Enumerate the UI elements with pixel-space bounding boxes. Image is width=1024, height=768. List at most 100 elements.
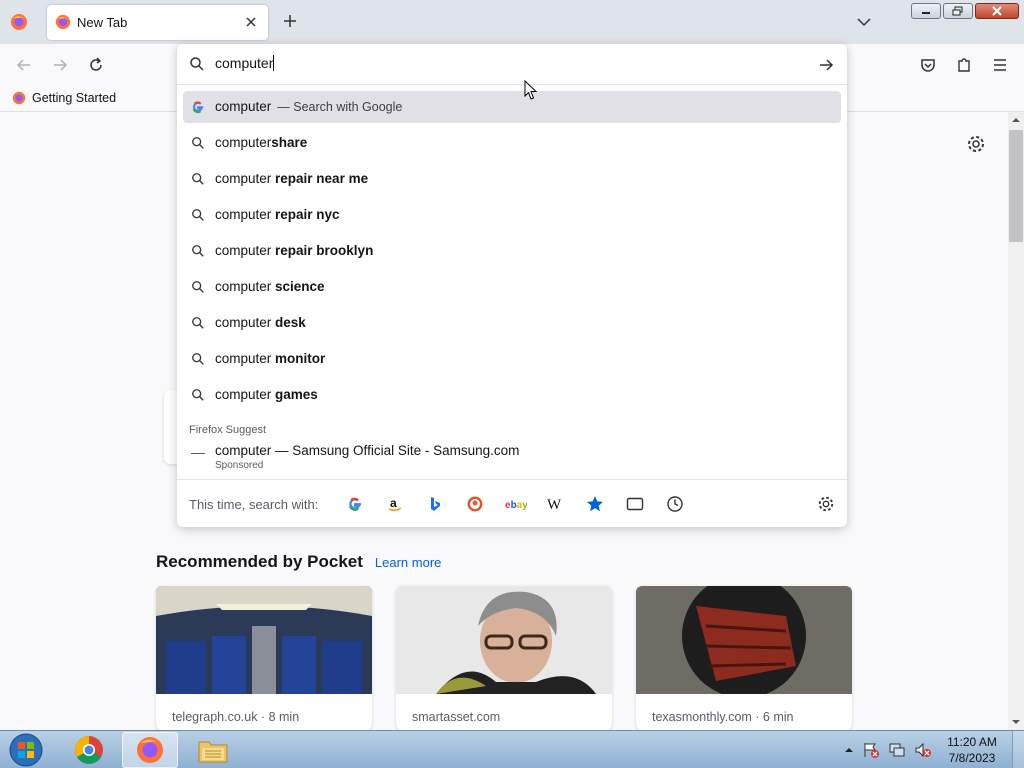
urlbar-input-row[interactable]: computer [177, 44, 847, 85]
typed-part: computer [215, 207, 272, 222]
plus-icon[interactable] [280, 11, 300, 31]
search-icon [192, 317, 204, 329]
search-suggestion[interactable]: computer repair nyc [183, 199, 841, 231]
close-window-button[interactable] [975, 3, 1019, 19]
typed-part: computer [215, 315, 272, 330]
search-suggestion[interactable]: computer science [183, 271, 841, 303]
favicon-placeholder-icon [191, 453, 205, 454]
search-icon [192, 353, 204, 365]
search-suggestion[interactable]: computer desk [183, 307, 841, 339]
typed-part: computer [215, 171, 272, 186]
gear-icon[interactable] [817, 495, 835, 513]
taskbar-firefox[interactable] [122, 732, 178, 768]
volume-muted-icon[interactable] [914, 741, 932, 759]
amazon-icon[interactable]: a [385, 494, 405, 514]
arrow-left-icon[interactable] [14, 55, 34, 75]
bing-icon[interactable] [425, 494, 445, 514]
search-engine-hint: — Search with Google [277, 100, 403, 114]
firefox-icon [12, 91, 26, 105]
suggestion-text: computer — Search with Google [215, 99, 402, 114]
hamburger-icon[interactable] [990, 55, 1010, 75]
search-suggestion[interactable]: computer repair brooklyn [183, 235, 841, 267]
arrow-right-icon[interactable] [50, 55, 70, 75]
show-desktop-button[interactable] [1012, 731, 1024, 768]
bookmark-label: Getting Started [32, 91, 117, 105]
suggested-part: games [271, 387, 318, 402]
urlbar-panel: computer computer — Search with Google com… [177, 44, 847, 527]
search-icon [192, 245, 204, 257]
one-off-label: This time, search with: [189, 497, 319, 512]
minimize-button[interactable] [911, 3, 941, 19]
show-hidden-icons-icon[interactable] [844, 745, 854, 755]
windows-logo-icon [9, 733, 43, 767]
duckduckgo-icon[interactable] [465, 494, 485, 514]
history-icon[interactable] [665, 494, 685, 514]
close-icon [992, 6, 1002, 16]
text-caret [273, 55, 275, 71]
puzzle-icon[interactable] [954, 55, 974, 75]
sponsored-tag: Sponsored [215, 460, 264, 471]
page-scrollbar[interactable] [1008, 112, 1024, 730]
gear-icon[interactable] [966, 134, 986, 154]
suggested-part: monitor [271, 351, 326, 366]
search-suggestion[interactable]: computershare [183, 127, 841, 159]
suggested-part: repair nyc [271, 207, 340, 222]
system-tray [844, 733, 932, 767]
network-icon[interactable] [888, 741, 906, 759]
pocket-title: Recommended by Pocket [156, 552, 363, 571]
search-icon [192, 389, 204, 401]
svg-text:a: a [390, 496, 397, 510]
bookmarks-star-icon[interactable] [585, 494, 605, 514]
search-icon [192, 137, 204, 149]
bookmark-getting-started[interactable]: Getting Started [12, 91, 116, 105]
chevron-down-icon[interactable] [854, 12, 874, 32]
scroll-up-icon[interactable] [1012, 116, 1020, 124]
taskbar-chrome[interactable] [61, 732, 117, 768]
one-off-search-bar: This time, search with: a ebay W [177, 479, 847, 527]
google-icon[interactable] [345, 494, 365, 514]
ebay-icon[interactable]: ebay [505, 494, 527, 514]
window-controls [911, 3, 1019, 19]
firefox-icon[interactable] [10, 13, 28, 31]
typed-part: computer [215, 135, 272, 150]
search-icon [192, 209, 204, 221]
sponsored-result[interactable]: computer — Samsung Official Site - Samsu… [183, 438, 841, 474]
card-source: texasmonthly.com · 6 min [652, 710, 794, 724]
pocket-card[interactable]: smartasset.com [396, 586, 612, 730]
search-suggestion[interactable]: computer repair near me [183, 163, 841, 195]
suggestion-text: computer games [215, 387, 318, 402]
scroll-down-icon[interactable] [1012, 718, 1020, 726]
restore-icon [952, 6, 963, 16]
taskbar-file-explorer[interactable] [185, 732, 241, 768]
arrow-right-icon[interactable] [817, 56, 835, 74]
wikipedia-icon[interactable]: W [545, 494, 565, 514]
pocket-card[interactable]: telegraph.co.uk · 8 min [156, 586, 372, 730]
typed-part: computer [215, 279, 272, 294]
suggested-part: repair near me [271, 171, 369, 186]
learn-more-link[interactable]: Learn more [375, 555, 441, 570]
svg-text:ebay: ebay [505, 500, 527, 510]
search-suggestion[interactable]: computer games [183, 379, 841, 411]
scroll-thumb[interactable] [1009, 130, 1023, 242]
tabs-icon[interactable] [625, 494, 645, 514]
suggested-part: science [271, 279, 325, 294]
taskbar-clock[interactable]: 11:20 AM 7/8/2023 [940, 734, 1004, 766]
pocket-card[interactable]: texasmonthly.com · 6 min [636, 586, 852, 730]
chrome-icon [75, 736, 103, 764]
start-button[interactable] [4, 732, 48, 768]
reload-icon[interactable] [86, 55, 106, 75]
pocket-icon[interactable] [918, 55, 938, 75]
grilled-steak-photo [636, 586, 852, 698]
suggestion-text: computer repair nyc [215, 207, 340, 222]
close-icon[interactable] [242, 13, 260, 31]
suggested-part: repair brooklyn [271, 243, 374, 258]
urlbar-input[interactable]: computer [215, 55, 275, 71]
search-with-google-result[interactable]: computer — Search with Google [183, 91, 841, 123]
tab-new-tab[interactable]: New Tab [47, 5, 268, 40]
suggestion-text: computer repair brooklyn [215, 243, 373, 258]
restore-button[interactable] [943, 3, 973, 19]
clock-date: 7/8/2023 [948, 751, 996, 765]
action-center-icon[interactable] [862, 741, 880, 759]
suggested-part: share [271, 135, 308, 150]
search-suggestion[interactable]: computer monitor [183, 343, 841, 375]
